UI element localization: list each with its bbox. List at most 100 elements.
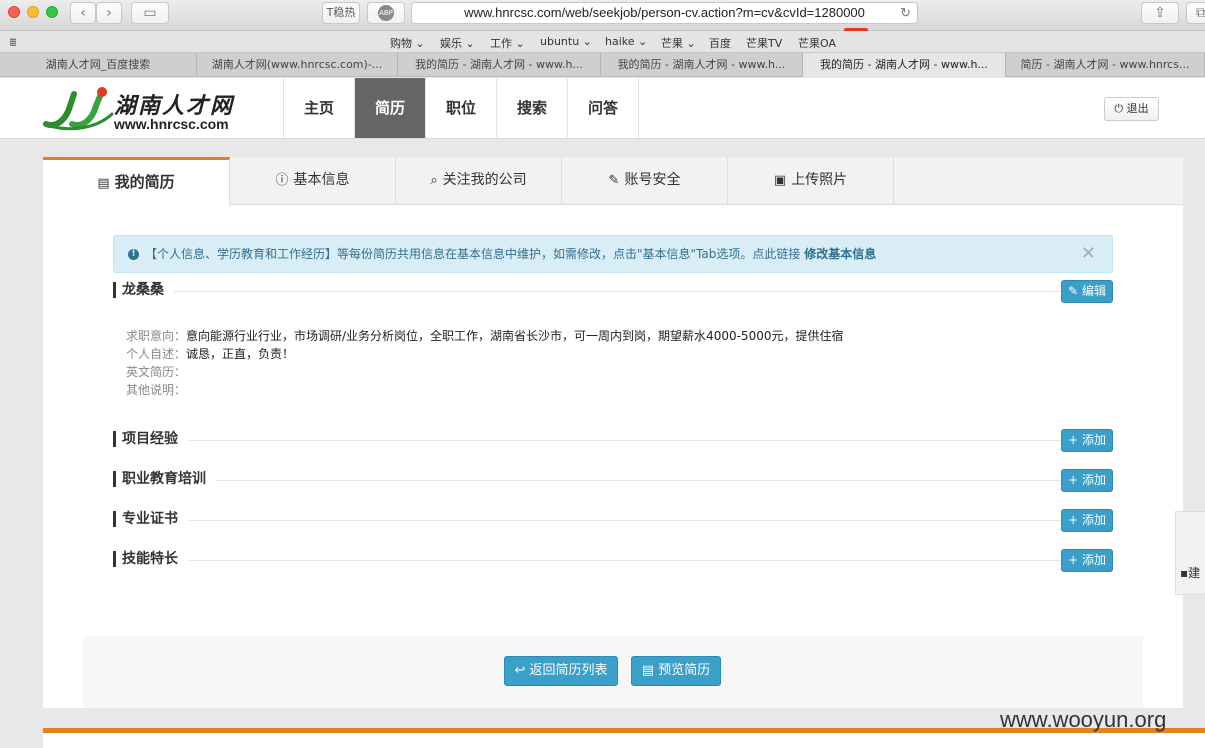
tab-basic-info[interactable]: ⓘ 基本信息	[230, 157, 396, 205]
plus-icon: +	[1068, 513, 1079, 527]
browser-tab[interactable]: 简历 - 湖南人才网 - www.hnrcs...	[1006, 53, 1205, 77]
add-certificate-button[interactable]: + 添加	[1061, 509, 1113, 532]
site-header: 湖南人才网 www.hnrcsc.com 主页 简历 职位 搜索 问答 ⏻ 退出	[0, 78, 1205, 139]
logo-icon	[43, 87, 114, 131]
url-bar[interactable]: www.hnrcsc.com/web/seekjob/person-cv.act…	[411, 2, 918, 24]
bookmark-item[interactable]: haike ⌄	[605, 35, 647, 48]
url-text: www.hnrcsc.com/web/seekjob/person-cv.act…	[464, 5, 865, 20]
plus-icon: +	[1068, 433, 1079, 447]
detail-row: 英文简历：	[126, 365, 187, 379]
share-icon[interactable]: ⇪	[1141, 2, 1179, 24]
watermark: www.wooyun.org	[1000, 707, 1167, 732]
browser-tab[interactable]: 湖南人才网(www.hnrcsc.com)-...	[197, 53, 398, 77]
section-title: 专业证书	[113, 511, 188, 527]
bookmark-item[interactable]: 购物 ⌄	[390, 35, 425, 51]
wrench-icon: ✎	[608, 173, 620, 188]
section-certificates: 专业证书 + 添加	[113, 509, 1113, 533]
logo-url: www.hnrcsc.com	[114, 116, 229, 132]
preview-resume-button[interactable]: ▤ 预览简历	[631, 656, 721, 686]
browser-tab[interactable]: 湖南人才网_百度搜索	[0, 53, 197, 77]
grid-icon[interactable]: ⁞⁞⁞⁞	[9, 36, 17, 49]
edit-button[interactable]: ✎ 编辑	[1061, 280, 1113, 303]
nav-resume[interactable]: 简历	[355, 78, 426, 138]
bookmarks-bar: ⁞⁞⁞⁞ 购物 ⌄ 娱乐 ⌄ 工作 ⌄ ubuntu ⌄ haike ⌄ 芒果 …	[0, 31, 1205, 53]
image-icon: ▣	[773, 173, 787, 188]
reply-icon: ↩	[514, 663, 526, 678]
section-title: 技能特长	[113, 551, 188, 567]
back-to-list-button[interactable]: ↩ 返回简历列表	[504, 656, 618, 686]
reload-icon[interactable]: ↻	[900, 3, 911, 23]
back-icon[interactable]: ‹	[70, 2, 96, 24]
page-footer	[43, 733, 1205, 748]
bookmark-item[interactable]: 百度	[709, 35, 731, 51]
resume-tabs: ▤ 我的简历 ⓘ 基本信息 ⌕ 关注我的公司 ✎ 账号安全 ▣ 上传照片	[43, 157, 1183, 206]
file-icon: ▤	[97, 176, 110, 191]
power-icon: ⏻	[1114, 102, 1124, 115]
nav-qa[interactable]: 问答	[568, 78, 639, 138]
detail-row: 求职意向：意向能源行业行业，市场调研/业务分析岗位，全职工作，湖南省长沙市，可一…	[126, 329, 844, 343]
adblock-icon: ABP	[378, 5, 394, 21]
detail-row: 个人自述：诚恳，正直，负责！	[126, 347, 295, 361]
nav-search[interactable]: 搜索	[497, 78, 568, 138]
tab-my-resume[interactable]: ▤ 我的简历	[43, 157, 230, 206]
resume-name-section: 龙桑桑 ✎ 编辑	[113, 280, 1113, 304]
feedback-widget[interactable]: ▪建	[1175, 511, 1205, 595]
info-icon: !	[128, 249, 139, 260]
bookmark-item[interactable]: 工作 ⌄	[490, 35, 525, 51]
browser-tab-active[interactable]: 我的简历 - 湖南人才网 - www.h...	[803, 53, 1006, 77]
pencil-icon: ✎	[1068, 284, 1079, 298]
resume-name: 龙桑桑	[113, 282, 174, 298]
close-window-icon[interactable]	[8, 6, 20, 18]
nav-home[interactable]: 主页	[284, 78, 355, 138]
bookmark-item[interactable]: 芒果 ⌄	[661, 35, 696, 51]
section-vocational-training: 职业教育培训 + 添加	[113, 469, 1113, 493]
browser-tab[interactable]: 我的简历 - 湖南人才网 - www.h...	[601, 53, 803, 77]
edit-basic-info-link[interactable]: 修改基本信息	[804, 247, 876, 261]
divider	[113, 291, 1113, 292]
nav-jobs[interactable]: 职位	[426, 78, 497, 138]
add-skill-button[interactable]: + 添加	[1061, 549, 1113, 572]
bookmark-item[interactable]: 芒果TV	[746, 35, 782, 51]
resume-panel: ▤ 我的简历 ⓘ 基本信息 ⌕ 关注我的公司 ✎ 账号安全 ▣ 上传照片 ! 【个人信息、学…	[43, 157, 1183, 708]
search-icon: ⌕	[430, 173, 438, 188]
bookmark-item[interactable]: 芒果OA	[798, 35, 836, 51]
divider	[113, 560, 1113, 561]
section-project-experience: 项目经验 + 添加	[113, 429, 1113, 453]
bookmark-item[interactable]: ubuntu ⌄	[540, 35, 592, 48]
logout-button[interactable]: ⏻ 退出	[1104, 97, 1159, 121]
chat-icon: ▪	[1180, 566, 1189, 580]
divider	[113, 440, 1113, 441]
forward-icon[interactable]: ›	[96, 2, 122, 24]
action-bar: ↩ 返回简历列表 ▤ 预览简历	[83, 636, 1143, 708]
browser-tab[interactable]: 我的简历 - 湖南人才网 - www.h...	[398, 53, 601, 77]
sidebar-icon[interactable]: ▭	[131, 2, 169, 24]
info-alert: ! 【个人信息、学历教育和工作经历】等每份简历共用信息在基本信息中维护，如需修改，…	[113, 235, 1113, 273]
logout-label: 退出	[1126, 102, 1149, 115]
add-training-button[interactable]: + 添加	[1061, 469, 1113, 492]
divider	[113, 480, 1113, 481]
tabs-overview-icon[interactable]: ⧉	[1186, 2, 1205, 24]
minimize-window-icon[interactable]	[27, 6, 39, 18]
detail-row: 其他说明：	[126, 383, 187, 397]
site-logo[interactable]: 湖南人才网 www.hnrcsc.com	[42, 84, 252, 132]
main-nav: 主页 简历 职位 搜索 问答	[283, 78, 639, 138]
tab-account-security[interactable]: ✎ 账号安全	[562, 157, 728, 205]
divider	[113, 520, 1113, 521]
alert-text: 【个人信息、学历教育和工作经历】等每份简历共用信息在基本信息中维护，如需修改，点…	[145, 247, 801, 261]
section-skills: 技能特长 + 添加	[113, 549, 1113, 573]
browser-toolbar: ‹ › ▭ T稳热 ABP www.hnrcsc.com/web/seekjob…	[0, 0, 1205, 31]
close-icon[interactable]: ✕	[1081, 236, 1096, 272]
section-title: 项目经验	[113, 431, 188, 447]
tab-upload-photo[interactable]: ▣ 上传照片	[728, 157, 894, 205]
bookmark-item[interactable]: 娱乐 ⌄	[440, 35, 475, 51]
info-icon: ⓘ	[275, 173, 289, 188]
zoom-window-icon[interactable]	[46, 6, 58, 18]
add-project-button[interactable]: + 添加	[1061, 429, 1113, 452]
adblock-button[interactable]: ABP	[367, 2, 405, 24]
section-title: 职业教育培训	[113, 471, 216, 487]
text-ext-button[interactable]: T稳热	[322, 2, 360, 24]
list-icon: ▤	[641, 663, 655, 678]
tab-following-companies[interactable]: ⌕ 关注我的公司	[396, 157, 562, 205]
feedback-label: ▪建	[1180, 566, 1201, 580]
resume-details: 求职意向：意向能源行业行业，市场调研/业务分析岗位，全职工作，湖南省长沙市，可一…	[126, 327, 843, 399]
